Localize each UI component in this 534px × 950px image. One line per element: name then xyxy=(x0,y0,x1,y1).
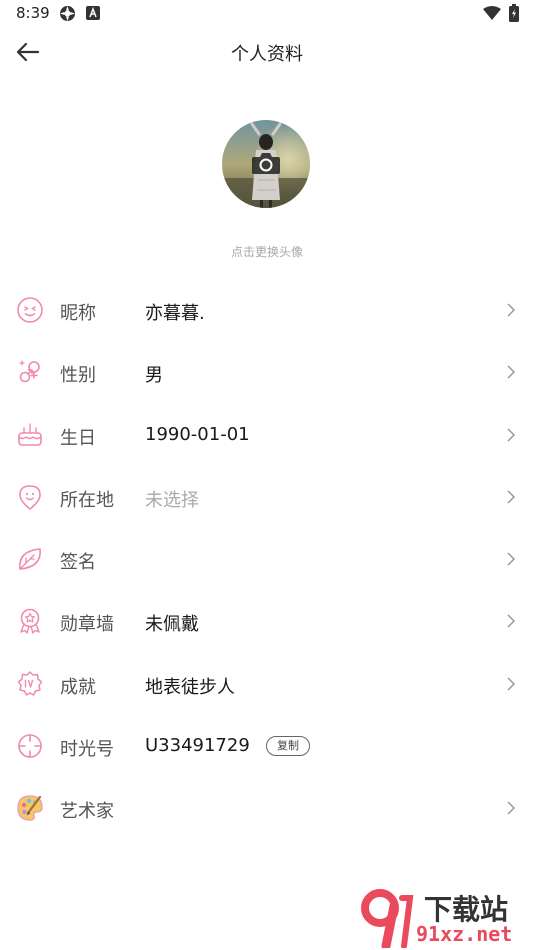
chevron-right-icon xyxy=(507,428,516,442)
nickname-label: 昵称 xyxy=(60,303,96,324)
birthday-label: 生日 xyxy=(60,427,96,449)
top-bar: 个人资料 xyxy=(0,28,534,76)
chevron-right-icon xyxy=(507,614,516,629)
medal-wall-value: 未佩戴 xyxy=(145,614,199,636)
chevron-right-icon xyxy=(507,677,516,691)
app-notification-icon xyxy=(60,6,75,21)
gender-row[interactable]: 性别 男 xyxy=(0,342,534,404)
cake-icon xyxy=(18,422,42,446)
birthday-value: 1990-01-01 xyxy=(145,423,250,445)
status-bar: 8:39 xyxy=(0,0,534,28)
nickname-value: 亦暮暮. xyxy=(145,303,205,324)
artist-row[interactable]: 艺术家 xyxy=(0,778,534,840)
battery-icon xyxy=(509,4,519,22)
achievement-value: 地表徒步人 xyxy=(145,676,235,698)
medal-wall-row[interactable]: 勋章墙 未佩戴 xyxy=(0,591,534,653)
chevron-right-icon xyxy=(507,490,516,504)
chevron-right-icon xyxy=(507,303,516,317)
status-time: 8:39 xyxy=(16,4,50,22)
medal-wall-label: 勋章墙 xyxy=(60,614,114,636)
achievement-label: 成就 xyxy=(60,676,96,698)
watermark-logo-icon xyxy=(361,889,414,948)
time-id-label: 时光号 xyxy=(60,739,114,761)
a-notification-icon xyxy=(86,6,100,20)
profile-list: 昵称 亦暮暮. 性别 男 生日 1990-01-01 所在地 未选择 签名 勋章… xyxy=(0,280,534,841)
gender-icon xyxy=(19,360,40,383)
birthday-row[interactable]: 生日 1990-01-01 xyxy=(0,405,534,467)
location-label: 所在地 xyxy=(60,489,114,511)
camera-icon xyxy=(252,153,280,174)
page-title: 个人资料 xyxy=(231,44,303,65)
leaf-icon xyxy=(19,548,41,570)
nickname-row[interactable]: 昵称 亦暮暮. xyxy=(0,280,534,342)
chevron-right-icon xyxy=(507,552,516,566)
gender-label: 性别 xyxy=(60,365,96,387)
wifi-icon xyxy=(483,6,501,20)
smile-face-icon xyxy=(17,297,43,323)
avatar[interactable] xyxy=(222,120,310,208)
time-id-row: 时光号 U33491729 复制 xyxy=(0,716,534,778)
time-id-value: U33491729 xyxy=(145,735,250,757)
artist-label: 艺术家 xyxy=(60,801,114,823)
location-value: 未选择 xyxy=(145,489,199,511)
achievement-row[interactable]: 成就 地表徒步人 xyxy=(0,654,534,716)
chevron-right-icon xyxy=(507,365,516,379)
copy-button[interactable]: 复制 xyxy=(266,736,310,757)
signature-row[interactable]: 签名 xyxy=(0,529,534,591)
location-pin-icon xyxy=(19,485,41,510)
gender-value: 男 xyxy=(145,365,163,387)
location-row[interactable]: 所在地 未选择 xyxy=(0,467,534,529)
palette-icon xyxy=(17,795,43,822)
chevron-right-icon xyxy=(507,801,516,815)
watermark-url: 91xz.net xyxy=(416,922,513,946)
medal-icon xyxy=(20,609,40,635)
target-icon xyxy=(18,734,42,758)
signature-label: 签名 xyxy=(60,552,96,574)
level-badge-icon xyxy=(17,671,43,696)
watermark: 下载站 91xz.net xyxy=(358,888,528,948)
change-avatar-hint[interactable]: 点击更换头像 xyxy=(0,243,534,260)
